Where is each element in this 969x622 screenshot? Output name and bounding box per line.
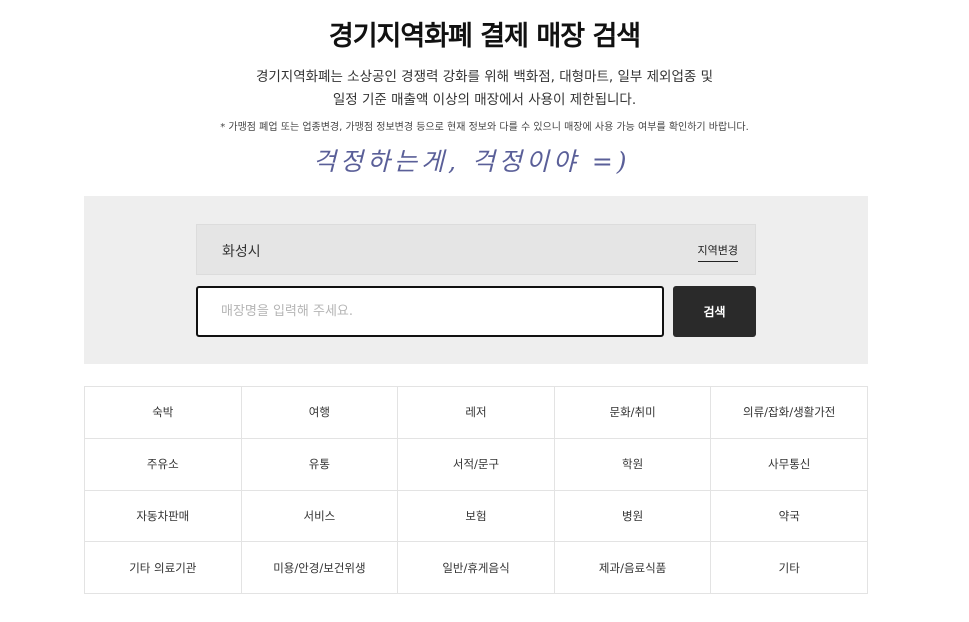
category-cell[interactable]: 미용/안경/보건위생: [241, 542, 399, 594]
category-cell[interactable]: 기타 의료기관: [85, 542, 242, 594]
category-cell[interactable]: 주유소: [85, 438, 242, 491]
category-cell[interactable]: 서적/문구: [398, 438, 555, 491]
store-search-input[interactable]: [196, 286, 664, 337]
category-cell[interactable]: 기타: [711, 542, 868, 594]
category-cell[interactable]: 레저: [398, 387, 555, 439]
category-cell[interactable]: 의류/잡화/생활가전: [711, 387, 868, 439]
category-cell[interactable]: 제과/음료식품: [554, 542, 712, 594]
page-title: 경기지역화폐 결제 매장 검색: [328, 21, 641, 52]
search-button[interactable]: 검색: [673, 286, 756, 337]
search-panel: 화성시 지역변경 검색: [84, 196, 868, 364]
region-change-button[interactable]: 지역변경: [697, 242, 738, 262]
category-cell[interactable]: 일반/휴게음식: [398, 542, 555, 594]
page-description: 경기지역화폐는 소상공인 경쟁력 강화를 위해 백화점, 대형마트, 일부 제외…: [0, 66, 969, 112]
category-cell[interactable]: 약국: [711, 490, 868, 543]
category-cell[interactable]: 숙박: [85, 387, 242, 439]
category-cell[interactable]: 사무통신: [711, 438, 868, 491]
region-selector: 화성시 지역변경: [196, 224, 756, 275]
category-grid: 숙박 여행 레저 문화/취미 의류/잡화/생활가전 주유소 유통 서적/문구 학…: [84, 386, 868, 594]
description-line-2: 일정 기준 매출액 이상의 매장에서 사용이 제한됩니다.: [332, 92, 637, 108]
category-cell[interactable]: 문화/취미: [554, 387, 712, 439]
category-cell[interactable]: 병원: [554, 490, 712, 543]
category-cell[interactable]: 학원: [554, 438, 712, 491]
category-cell[interactable]: 유통: [241, 438, 399, 491]
handwritten-annotation: 걱정하는게, 걱정이야 =): [313, 147, 631, 176]
selected-region: 화성시: [222, 244, 261, 260]
description-line-1: 경기지역화폐는 소상공인 경쟁력 강화를 위해 백화점, 대형마트, 일부 제외…: [255, 69, 714, 85]
category-cell[interactable]: 보험: [398, 490, 555, 543]
category-cell[interactable]: 여행: [241, 387, 399, 439]
notice-text: * 가맹점 폐업 또는 업종변경, 가맹점 정보변경 등으로 현재 정보와 다를…: [220, 122, 749, 133]
category-cell[interactable]: 자동차판매: [85, 490, 242, 543]
category-cell[interactable]: 서비스: [241, 490, 399, 543]
